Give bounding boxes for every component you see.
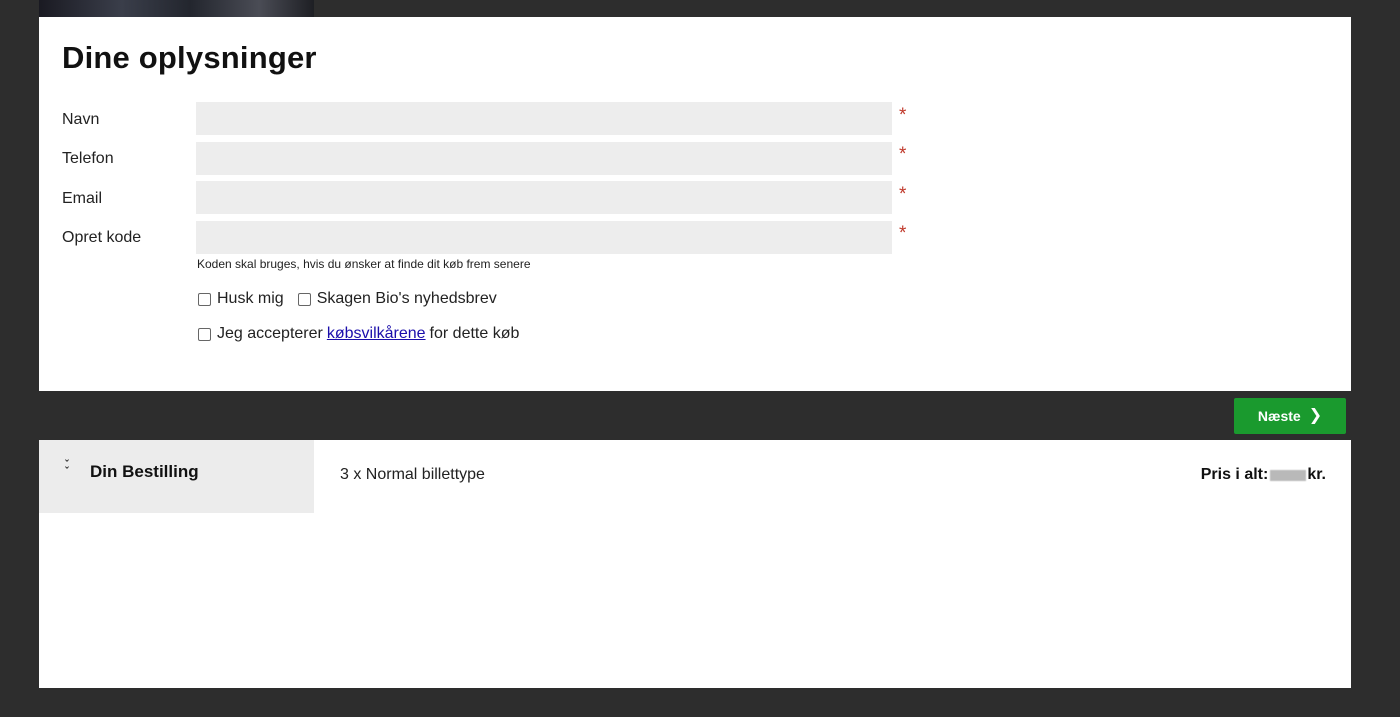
code-hint: Koden skal bruges, hvis du ønsker at fin… [197,257,531,271]
order-summary-panel: ˇˇ Din Bestilling 3 x Normal billettype … [39,440,1351,688]
remember-me-label: Husk mig [217,290,284,307]
required-marker: * [899,184,907,205]
remember-me-checkbox[interactable] [198,292,211,306]
required-marker: * [899,105,907,126]
name-label: Navn [62,111,100,128]
order-toggle[interactable]: ˇˇ Din Bestilling [39,440,314,513]
order-title: Din Bestilling [90,462,199,481]
double-chevron-down-icon: ˇˇ [65,459,69,478]
terms-prefix: Jeg accepterer [217,325,323,342]
phone-label: Telefon [62,150,114,167]
chevron-right-icon: ❯ [1308,407,1323,424]
customer-info-panel: Dine oplysninger Navn * Telefon * Email … [39,17,1351,391]
remember-me-option[interactable]: Husk mig [198,290,284,308]
required-marker: * [899,144,907,165]
required-marker: * [899,223,907,244]
create-code-label: Opret kode [62,229,142,246]
order-line-item: 3 x Normal billettype [340,466,485,483]
options-row: Husk mig Skagen Bio's nyhedsbrev [198,290,511,308]
email-label: Email [62,190,103,207]
phone-input[interactable] [196,142,892,175]
order-total: Pris i alt: kr. [1201,466,1326,484]
name-input[interactable] [196,102,892,135]
terms-link[interactable]: købsvilkårene [327,325,426,343]
total-currency: kr. [1307,466,1326,483]
create-code-input[interactable] [196,221,892,254]
page: Dine oplysninger Navn * Telefon * Email … [0,0,1400,717]
total-label: Pris i alt: [1200,466,1269,483]
newsletter-option[interactable]: Skagen Bio's nyhedsbrev [297,290,497,308]
newsletter-label: Skagen Bio's nyhedsbrev [316,290,497,307]
terms-checkbox[interactable] [198,327,211,341]
movie-poster-strip [39,0,314,17]
navigation-bar: Næste ❯ [39,391,1351,440]
terms-suffix: for dette køb [429,325,520,342]
email-input[interactable] [196,181,892,214]
redacted-price [1270,469,1307,481]
newsletter-checkbox[interactable] [297,292,311,306]
next-button[interactable]: Næste ❯ [1234,398,1346,434]
terms-row: Jeg accepterer købsvilkårene for dette k… [198,325,519,343]
page-title: Dine oplysninger [62,40,317,75]
next-button-label: Næste [1257,408,1301,424]
